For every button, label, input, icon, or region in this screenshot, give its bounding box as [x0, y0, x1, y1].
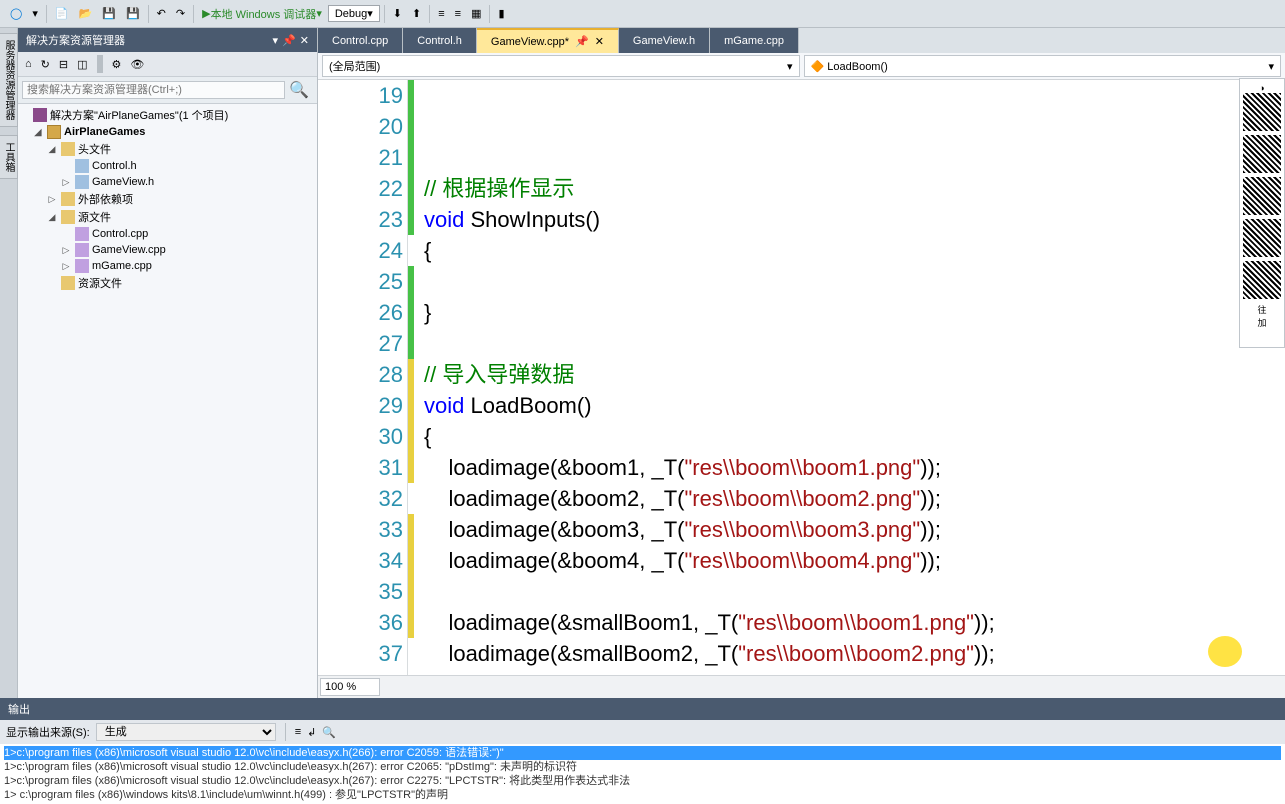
tab-gameview-h[interactable]: GameView.h	[619, 28, 710, 53]
redo-icon[interactable]: ↷	[172, 5, 189, 22]
main-toolbar: ◯ ▾ 📄 📂 💾 💾 ↶ ↷ ▶ 本地 Windows 调试器 ▾ Debug…	[0, 0, 1285, 28]
qr-code-icon	[1243, 135, 1281, 173]
editor-tabs: Control.cpp Control.h GameView.cpp*📌✕ Ga…	[318, 28, 1285, 53]
solution-explorer-panel: 解决方案资源管理器 ▾ 📌 ✕ ⌂ ↻ ⊟ ◫ ⚙ 👁 🔍 解决方案"AirPl…	[18, 28, 318, 698]
left-tool-strip: 服务器资源管理器 工具箱	[0, 28, 18, 698]
home-icon[interactable]: ⌂	[22, 57, 35, 71]
nav-fwd-icon[interactable]: ▾	[28, 5, 42, 22]
editor-panel: Control.cpp Control.h GameView.cpp*📌✕ Ga…	[318, 28, 1285, 698]
save-all-icon[interactable]: 💾	[122, 5, 144, 22]
folder-headers[interactable]: ◢头文件	[18, 140, 317, 158]
tab-control-cpp[interactable]: Control.cpp	[318, 28, 403, 53]
preview-icon[interactable]: 👁	[127, 57, 147, 72]
code-nav-bar: (全局范围)▾ 🔶 LoadBoom()▾	[318, 53, 1285, 80]
new-file-icon[interactable]: 📄	[51, 5, 73, 22]
step-over-icon[interactable]: ⬆	[408, 5, 425, 22]
output-content[interactable]: 1>c:\program files (x86)\microsoft visua…	[0, 744, 1285, 804]
server-explorer-tab[interactable]: 服务器资源管理器	[0, 33, 18, 127]
panel-close-icon[interactable]: ✕	[300, 34, 309, 47]
scope-combo[interactable]: (全局范围)▾	[322, 55, 800, 77]
nav-back-icon[interactable]: ◯	[6, 5, 26, 22]
start-debug-button[interactable]: ▶ 本地 Windows 调试器 ▾	[198, 4, 326, 24]
comment-icon[interactable]: ▦	[467, 5, 485, 22]
solution-search: 🔍	[18, 77, 317, 104]
indent-icon[interactable]: ≡	[434, 6, 448, 22]
show-all-icon[interactable]: ◫	[74, 57, 90, 72]
output-header: 输出	[0, 698, 1285, 720]
folder-external[interactable]: ▷外部依赖项	[18, 190, 317, 208]
chevron-down-icon: ▾	[1268, 60, 1274, 73]
code-editor[interactable]: 19202122232425262728293031323334353637 /…	[318, 80, 1285, 675]
cursor-highlight	[1208, 636, 1242, 667]
search-icon[interactable]: 🔍	[285, 80, 313, 100]
toolbox-tab[interactable]: 工具箱	[0, 135, 18, 179]
output-clear-icon[interactable]: ≡	[295, 726, 301, 738]
properties-icon[interactable]: ⚙	[109, 57, 125, 72]
save-icon[interactable]: 💾	[98, 5, 120, 22]
output-source-label: 显示输出来源(S):	[6, 724, 90, 740]
output-find-icon[interactable]: 🔍	[322, 726, 336, 739]
tab-mgame-cpp[interactable]: mGame.cpp	[710, 28, 799, 53]
tab-gameview-cpp[interactable]: GameView.cpp*📌✕	[477, 28, 619, 53]
project-node[interactable]: ◢AirPlaneGames	[18, 124, 317, 140]
change-margin	[408, 80, 422, 675]
editor-footer: 100 %	[318, 675, 1285, 698]
qr-code-icon	[1243, 219, 1281, 257]
file-gameview-cpp[interactable]: ▷GameView.cpp	[18, 242, 317, 258]
line-number-gutter: 19202122232425262728293031323334353637	[318, 80, 408, 675]
chevron-down-icon: ▾	[787, 60, 793, 73]
zoom-combo[interactable]: 100 %	[320, 678, 380, 696]
qr-label: 往	[1257, 303, 1266, 316]
output-source-combo[interactable]: 生成	[96, 723, 276, 741]
file-control-h[interactable]: Control.h	[18, 158, 317, 174]
file-gameview-h[interactable]: ▷GameView.h	[18, 174, 317, 190]
open-icon[interactable]: 📂	[75, 5, 97, 22]
config-combo[interactable]: Debug ▾	[328, 5, 380, 22]
folder-resources[interactable]: 资源文件	[18, 274, 317, 292]
output-toolbar: 显示输出来源(S): 生成 ≡ ↲ 🔍	[0, 720, 1285, 744]
qr-collapse-icon[interactable]: ◑	[1259, 83, 1264, 93]
step-into-icon[interactable]: ⬇	[389, 5, 406, 22]
qr-code-icon	[1243, 93, 1281, 131]
panel-pin-icon[interactable]: 📌	[282, 34, 296, 47]
file-mgame-cpp[interactable]: ▷mGame.cpp	[18, 258, 317, 274]
file-control-cpp[interactable]: Control.cpp	[18, 226, 317, 242]
solution-toolbar: ⌂ ↻ ⊟ ◫ ⚙ 👁	[18, 52, 317, 77]
close-icon[interactable]: ✕	[595, 35, 604, 48]
tab-control-h[interactable]: Control.h	[403, 28, 477, 53]
qr-sidebar[interactable]: ◑ 往 加	[1239, 78, 1285, 348]
solution-explorer-header: 解决方案资源管理器 ▾ 📌 ✕	[18, 28, 317, 52]
qr-code-icon	[1243, 261, 1281, 299]
qr-code-icon	[1243, 177, 1281, 215]
output-wrap-icon[interactable]: ↲	[307, 726, 316, 739]
bookmark-icon[interactable]: ▮	[494, 5, 508, 22]
solution-tree: 解决方案"AirPlaneGames"(1 个项目) ◢AirPlaneGame…	[18, 104, 317, 698]
solution-search-input[interactable]	[22, 81, 285, 99]
member-combo[interactable]: 🔶 LoadBoom()▾	[804, 55, 1282, 77]
code-content[interactable]: // 根据操作显示void ShowInputs(){}// 导入导弹数据voi…	[422, 80, 1285, 675]
undo-icon[interactable]: ↶	[153, 5, 170, 22]
panel-dropdown-icon[interactable]: ▾	[273, 34, 279, 47]
outdent-icon[interactable]: ≡	[451, 6, 465, 22]
refresh-icon[interactable]: ↻	[38, 57, 53, 72]
collapse-icon[interactable]: ⊟	[56, 57, 71, 72]
output-panel: 输出 显示输出来源(S): 生成 ≡ ↲ 🔍 1>c:\program file…	[0, 698, 1285, 804]
pin-icon[interactable]: 📌	[575, 35, 589, 48]
qr-label: 加	[1257, 316, 1266, 329]
solution-node[interactable]: 解决方案"AirPlaneGames"(1 个项目)	[18, 106, 317, 124]
folder-sources[interactable]: ◢源文件	[18, 208, 317, 226]
